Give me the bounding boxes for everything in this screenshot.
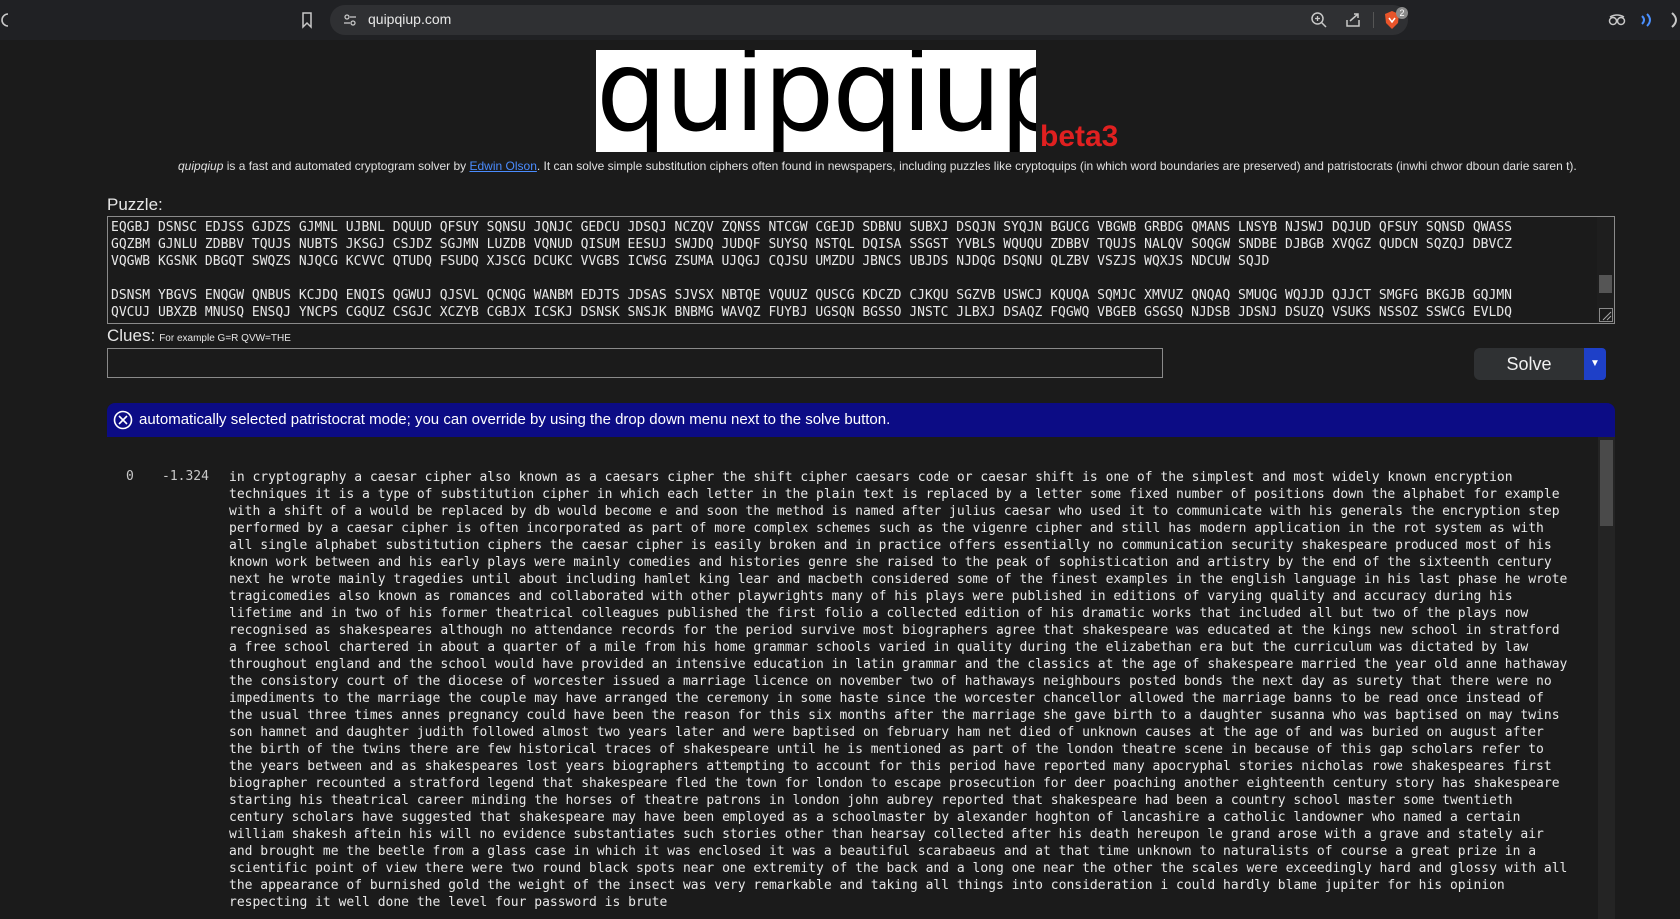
results-panel: 0 -1.324 in cryptography a caesar cipher… (107, 437, 1615, 919)
tagline-rest: . It can solve simple substitution ciphe… (536, 159, 1577, 173)
clues-example: For example G=R QVW=THE (159, 333, 291, 344)
extension-glasses-icon[interactable] (1608, 11, 1626, 29)
shields-count-badge: 2 (1396, 7, 1408, 19)
separator (1373, 12, 1374, 28)
clues-input[interactable] (107, 348, 1163, 378)
clues-label: Clues: For example G=R QVW=THE (107, 326, 291, 346)
site-logo: quipqiup (596, 50, 1036, 152)
beta-label: beta3 (1040, 120, 1119, 153)
tagline-mid: is a fast and automated cryptogram solve… (223, 159, 470, 173)
result-solution-text: in cryptography a caesar cipher also kno… (229, 470, 1568, 910)
browser-toolbar: quipqiup.com 2 (0, 0, 1680, 40)
share-icon[interactable] (1344, 11, 1362, 29)
solve-button[interactable]: Solve (1474, 348, 1584, 380)
bookmark-icon[interactable] (298, 11, 316, 29)
tagline: quipqiup is a fast and automated cryptog… (178, 159, 1577, 173)
puzzle-text[interactable]: EQGBJ DSNSC EDJSS GJDZS GJMNL UJBNL DQUU… (111, 219, 1581, 323)
tagline-name: quipqiup (178, 159, 224, 173)
author-link[interactable]: Edwin Olson (470, 159, 537, 173)
result-score: -1.324 (162, 469, 209, 484)
reload-icon[interactable] (0, 10, 9, 30)
extension-waves-icon[interactable] (1638, 10, 1656, 30)
puzzle-textarea[interactable]: EQGBJ DSNSC EDJSS GJDZS GJMNL UJBNL DQUU… (107, 216, 1615, 324)
dismiss-alert-icon[interactable] (113, 410, 133, 430)
clues-label-text: Clues: (107, 326, 156, 345)
extension-partial-icon[interactable] (1666, 10, 1680, 30)
alert-message: automatically selected patristocrat mode… (139, 411, 891, 428)
mode-alert: automatically selected patristocrat mode… (107, 403, 1615, 437)
logo-text: quipqiup (596, 50, 1036, 152)
solve-mode-dropdown[interactable]: ▼ (1584, 348, 1606, 380)
results-scroll-thumb[interactable] (1600, 440, 1613, 526)
puzzle-label: Puzzle: (107, 195, 163, 214)
resize-handle-icon[interactable] (1599, 308, 1613, 322)
url-text[interactable]: quipqiup.com (368, 11, 451, 27)
puzzle-scroll-thumb[interactable] (1599, 275, 1612, 293)
zoom-icon[interactable] (1310, 11, 1328, 29)
result-rank: 0 (126, 469, 134, 484)
site-settings-icon[interactable] (342, 12, 358, 28)
address-bar[interactable]: quipqiup.com 2 (330, 5, 1408, 35)
